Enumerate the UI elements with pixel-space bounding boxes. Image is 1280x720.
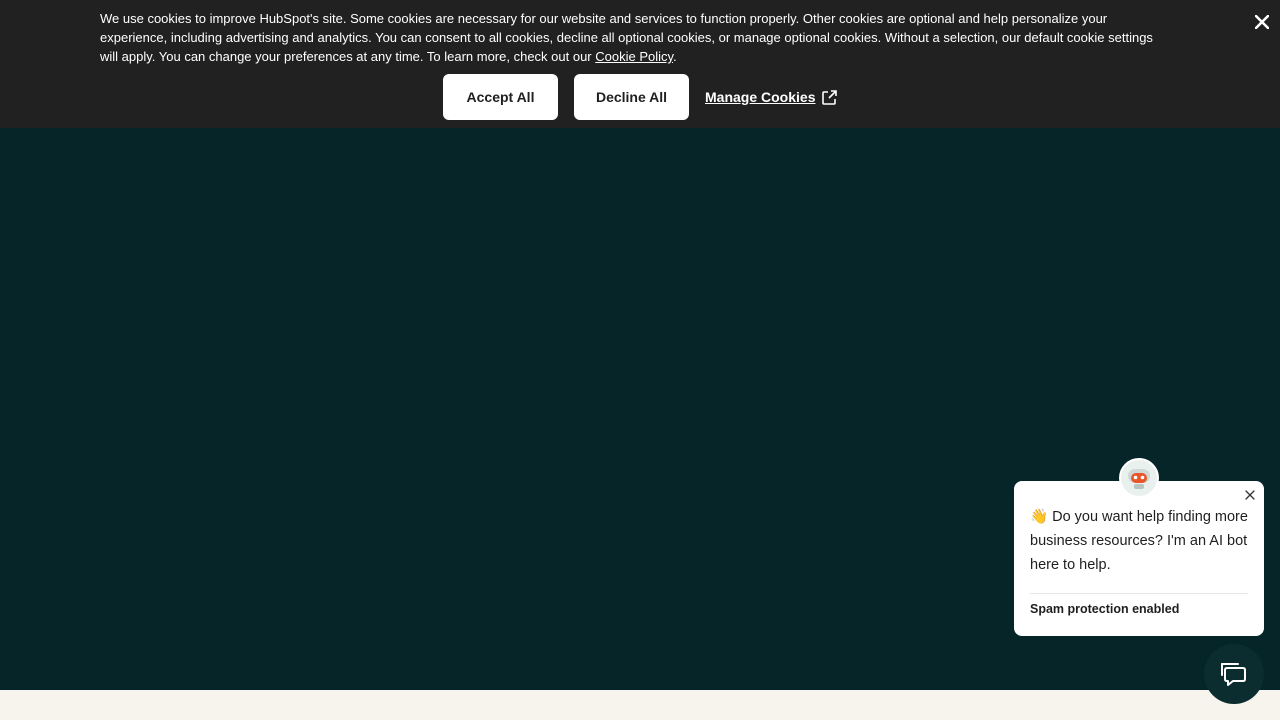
close-icon [1245,490,1255,500]
cookie-text-end: . [673,49,677,64]
cookie-actions: Accept All Decline All Manage Cookies [443,74,838,120]
external-link-icon [822,89,838,105]
wave-emoji: 👋 [1030,509,1049,525]
chat-divider [1030,593,1248,594]
cookie-policy-link[interactable]: Cookie Policy [595,49,673,64]
robot-icon [1128,469,1150,489]
decline-all-button[interactable]: Decline All [574,74,689,120]
chat-close-button[interactable] [1242,487,1258,503]
chat-message-text: Do you want help finding more business r… [1030,509,1248,573]
footer-strip [0,690,1280,720]
cookie-text: We use cookies to improve HubSpot's site… [100,9,1160,66]
spam-protection-text: Spam protection enabled [1030,602,1180,616]
accept-all-button[interactable]: Accept All [443,74,558,120]
chat-bubble-icon [1221,663,1246,686]
manage-cookies-label: Manage Cookies [705,89,816,105]
cookie-banner: We use cookies to improve HubSpot's site… [0,0,1280,128]
manage-cookies-link[interactable]: Manage Cookies [705,89,838,106]
chat-message: 👋 Do you want help finding more business… [1030,505,1250,577]
cookie-close-button[interactable] [1250,10,1274,34]
chat-launcher-button[interactable] [1204,644,1264,704]
chat-bot-avatar [1119,458,1159,498]
close-icon [1255,15,1269,29]
